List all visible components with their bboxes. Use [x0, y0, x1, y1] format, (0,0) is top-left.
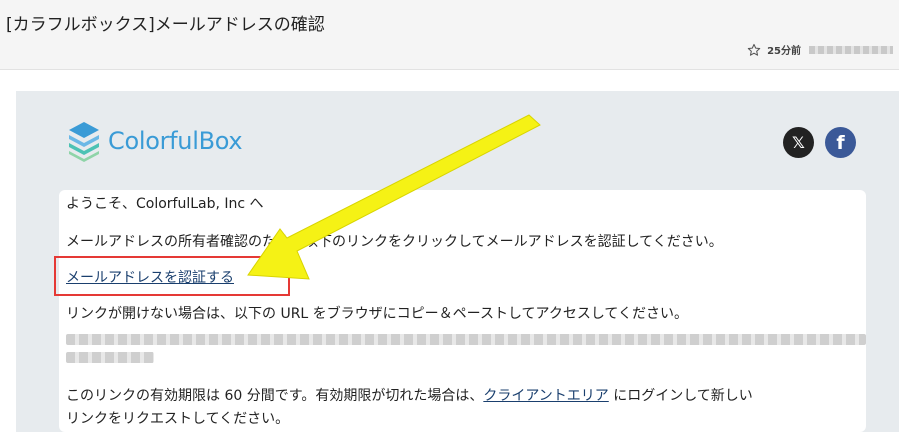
expiry-text-line2: リンクをリクエストしてください。	[66, 411, 290, 427]
email-time: 25分前	[767, 46, 801, 57]
verification-url-redacted-end	[66, 352, 154, 363]
expiry-suffix: にログインして新しい	[608, 388, 753, 404]
verification-url-redacted	[66, 334, 866, 345]
highlight-box	[54, 256, 290, 296]
client-area-link[interactable]: クライアントエリア	[483, 388, 608, 404]
email-meta: 25分前	[747, 42, 893, 57]
sender-redacted	[809, 45, 893, 54]
logo-icon	[69, 122, 99, 162]
brand-logo: ColorfulBox	[66, 120, 243, 162]
star-icon[interactable]	[747, 43, 761, 57]
fallback-text: リンクが開けない場合は、以下の URL をブラウザにコピー＆ペーストしてアクセス…	[66, 306, 689, 322]
x-icon[interactable]: 𝕏	[783, 127, 814, 158]
brand-name: ColorfulBox	[108, 127, 243, 155]
expiry-text: このリンクの有効期限は 60 分間です。有効期限が切れた場合は、クライアントエリ…	[66, 385, 753, 405]
greeting-text: ようこそ、ColorfulLab, Inc へ	[66, 196, 264, 212]
expiry-prefix: このリンクの有効期限は 60 分間です。有効期限が切れた場合は、	[66, 388, 484, 404]
facebook-icon[interactable]: f	[825, 127, 856, 158]
email-header: [カラフルボックス]メールアドレスの確認 25分前	[0, 0, 899, 70]
instruction-text: メールアドレスの所有者確認のため、以下のリンクをクリックしてメールアドレスを認証…	[66, 234, 723, 250]
email-subject: [カラフルボックス]メールアドレスの確認	[6, 15, 325, 35]
